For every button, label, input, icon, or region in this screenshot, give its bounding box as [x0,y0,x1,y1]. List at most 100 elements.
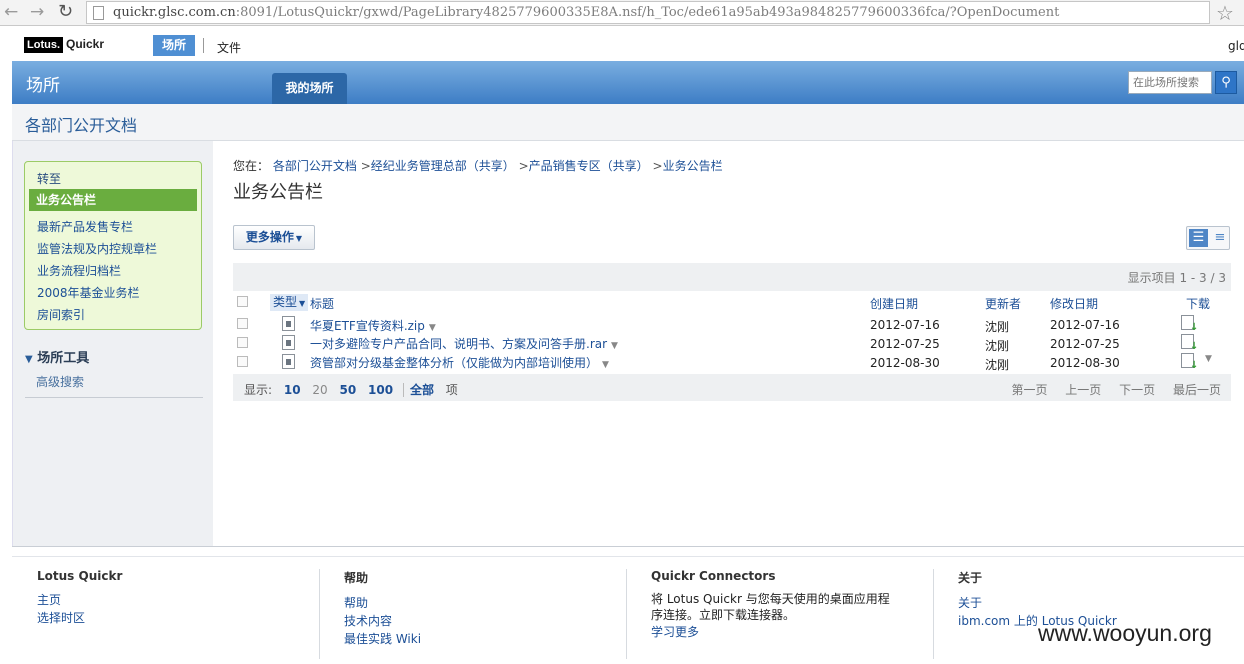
pager-bar: 显示: 10 20 50 100 全部 项 第一页 上一页 下一页 最后一页 [233,374,1231,401]
col-header-updater[interactable]: 更新者 [985,295,1021,312]
goto-panel: 转至 业务公告栏 最新产品发售专栏 监管法规及内控规章栏 业务流程归档栏 200… [24,161,202,330]
reload-icon[interactable]: ↻ [58,3,73,21]
sidebar-item[interactable]: 最新产品发售专栏 [37,218,133,235]
last-page-link[interactable]: 最后一页 [1173,383,1221,397]
row-modified: 2012-07-16 [1050,318,1120,332]
row-updater: 沈刚 [985,320,1010,334]
table-row-title[interactable]: 一对多避险专户产品合同、说明书、方案及问答手册.rar ▼ [310,335,618,352]
footer-text: 将 Lotus Quickr 与您每天使用的桌面应用程 [651,592,890,606]
footer-heading: 关于 [958,571,983,585]
place-tools-heading[interactable]: ▼ 场所工具 [25,347,89,366]
item-count-bar: 显示项目 1 - 3 / 3 [233,263,1231,291]
left-sidebar: 转至 业务公告栏 最新产品发售专栏 监管法规及内控规章栏 业务流程归档栏 200… [12,141,213,546]
download-arrow-icon: ↓ [1190,360,1199,371]
forward-arrow-icon[interactable]: → [30,3,44,21]
show-label: 显示: [244,383,273,397]
footer-link[interactable]: 学习更多 [651,623,931,641]
back-arrow-icon[interactable]: ← [4,3,18,21]
footer-heading: 帮助 [344,571,369,585]
next-page-link[interactable]: 下一页 [1119,383,1155,397]
col-header-download: 下载 [1186,297,1211,311]
sidebar-item[interactable]: 监管法规及内控规章栏 [37,240,157,257]
advanced-search-link[interactable]: 高级搜索 [36,373,84,390]
first-page-link[interactable]: 第一页 [1011,383,1047,397]
col-header-created[interactable]: 创建日期 [870,295,918,312]
row-checkbox[interactable] [237,337,248,348]
footer: Lotus Quickr 主页 选择时区 帮助 帮助 技术内容 最佳实践 Wik… [12,556,1244,664]
more-actions-button[interactable]: 更多操作 ▼ [233,225,315,250]
chevron-down-icon[interactable]: ▼ [602,360,609,370]
logo-quickr: Quickr [66,37,105,51]
lotus-quickr-logo: Lotus. Quickr [24,37,104,55]
chevron-down-icon[interactable]: ▼ [1205,354,1212,364]
footer-link[interactable]: 最佳实践 Wiki [344,630,624,648]
table-row-title[interactable]: 资管部对分级基金整体分析（仅能做为内部培训使用） ▼ [310,354,609,371]
footer-link[interactable]: 技术内容 [344,612,624,630]
footer-divider [12,546,1244,547]
chevron-down-icon[interactable]: ▼ [429,323,436,333]
nav-places[interactable]: 场所 [153,35,195,56]
prev-page-link[interactable]: 上一页 [1065,383,1101,397]
page-size-option[interactable]: 10 [284,383,301,397]
sidebar-divider [25,397,203,398]
row-title-text: 资管部对分级基金整体分析（仅能做为内部培训使用） [310,356,599,370]
watermark-text: www.wooyun.org [1038,620,1212,646]
row-updater: 沈刚 [985,339,1010,353]
user-name[interactable]: glq [1228,39,1244,53]
table-row-title[interactable]: 华夏ETF宣传资料.zip ▼ [310,317,436,334]
col-header-modified[interactable]: 修改日期 [1050,295,1098,312]
sidebar-item[interactable]: 业务流程归档栏 [37,262,121,279]
breadcrumb-item[interactable]: 各部门公开文档 [273,159,357,173]
sidebar-item[interactable]: 2008年基金业务栏 [37,284,140,301]
more-actions-label: 更多操作 [245,230,294,244]
detail-view-icon[interactable]: ☰ [1189,229,1208,247]
row-checkbox[interactable] [237,356,248,367]
footer-text: 序连接。立即下载连接器。 [651,608,796,622]
chevron-down-icon[interactable]: ▼ [611,341,618,351]
footer-col-help: 帮助 帮助 技术内容 最佳实践 Wiki [344,569,624,648]
page-size-option[interactable]: 50 [340,383,357,397]
place-title[interactable]: 各部门公开文档 [25,112,137,136]
breadcrumb-item[interactable]: 经纪业务管理总部（共享） [371,159,515,173]
footer-link[interactable]: 帮助 [344,594,624,612]
url-text: quickr.glsc.com.cn:8091/LotusQuickr/gxwd… [113,5,1060,20]
page-size-selector: 显示: 10 20 50 100 全部 项 [244,381,458,398]
sidebar-item[interactable]: 房间索引 [37,306,85,323]
search-icon[interactable]: ⚲ [1215,71,1237,94]
list-view-icon[interactable]: ≡ [1211,229,1229,247]
logo-lotus: Lotus. [24,37,63,53]
footer-link[interactable]: 选择时区 [37,609,317,627]
page-size-all[interactable]: 全部 [402,383,434,397]
place-search-input[interactable] [1128,71,1212,94]
bookmark-star-icon[interactable]: ☆ [1216,1,1234,25]
tab-my-places[interactable]: 我的场所 [272,73,347,104]
footer-heading: Quickr Connectors [651,569,776,583]
page-size-option[interactable]: 100 [368,383,393,397]
select-all-checkbox[interactable] [237,296,248,307]
row-created: 2012-08-30 [870,356,940,370]
footer-link[interactable]: 关于 [958,594,1238,612]
footer-col-divider [626,569,627,659]
col-header-type-label: 类型 [273,295,298,309]
row-updater: 沈刚 [985,358,1010,372]
page-size-unit: 项 [445,383,458,397]
footer-link[interactable]: 主页 [37,591,317,609]
col-header-type[interactable]: 类型 ▼ [270,294,308,311]
sidebar-item-active[interactable]: 业务公告栏 [29,189,197,211]
nav-files[interactable]: 文件 [217,39,241,56]
row-title-text: 一对多避险专户产品合同、说明书、方案及问答手册.rar [310,337,608,351]
download-arrow-icon: ↓ [1190,341,1199,352]
row-created: 2012-07-16 [870,318,940,332]
row-created: 2012-07-25 [870,337,940,351]
address-bar[interactable]: quickr.glsc.com.cn:8091/LotusQuickr/gxwd… [86,1,1210,24]
breadcrumb-lead: 您在： [233,159,270,173]
browser-toolbar: ← → ↻ quickr.glsc.com.cn:8091/LotusQuick… [0,0,1244,26]
row-checkbox[interactable] [237,318,248,329]
chevron-down-icon: ▼ [295,234,303,243]
breadcrumb-item[interactable]: 产品销售专区（共享） [529,159,649,173]
page-size-option[interactable]: 20 [312,383,327,397]
col-header-title[interactable]: 标题 [310,295,334,312]
file-type-icon [282,316,295,331]
breadcrumb-item[interactable]: 业务公告栏 [663,159,723,173]
view-toggle: ☰ ≡ [1186,226,1230,250]
